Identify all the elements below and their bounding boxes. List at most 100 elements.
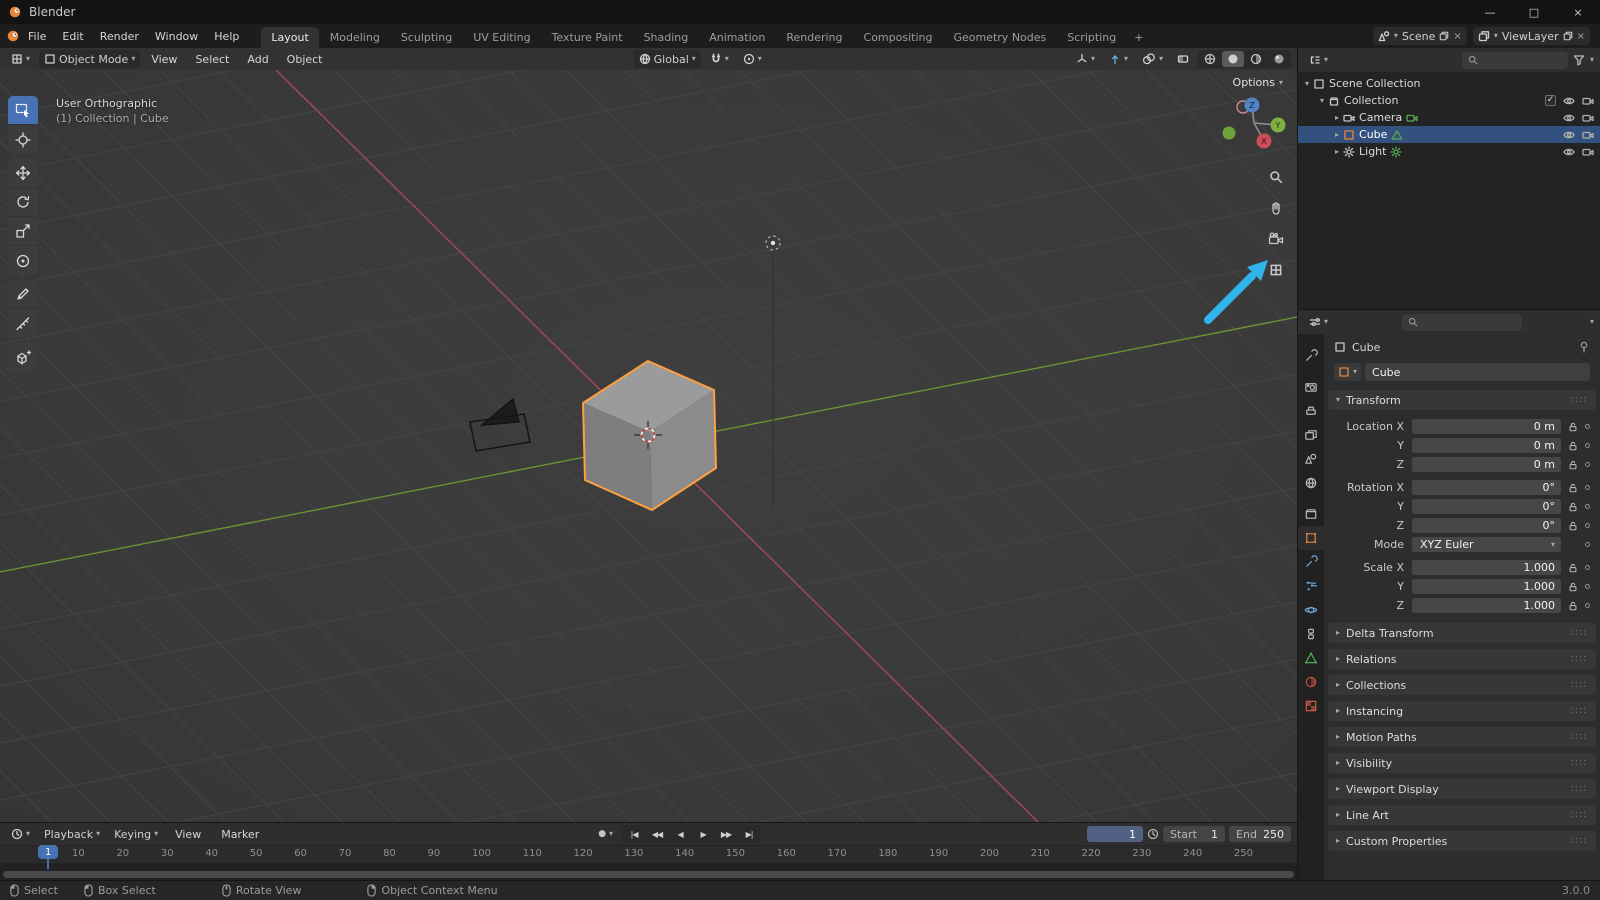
viewport-3d[interactable]: Z Y X User Orthographic (1) Collection |… — [0, 70, 1297, 822]
drag-handle-icon[interactable]: ∷∷ — [1571, 706, 1588, 717]
lock-icon[interactable] — [1565, 441, 1580, 451]
drag-handle-icon[interactable]: ∷∷ — [1571, 680, 1588, 691]
disclosure-triangle-icon[interactable]: ▸ — [1335, 113, 1339, 122]
view-layer-selector[interactable]: ▾ ViewLayer × — [1472, 27, 1590, 45]
play-reverse-button[interactable]: ◀ — [669, 826, 691, 842]
viewport-menu-add[interactable]: Add — [240, 50, 275, 68]
properties-editor-type-button[interactable]: ▾ — [1304, 313, 1333, 331]
properties-tab-particles[interactable] — [1298, 574, 1324, 598]
frame-start-field[interactable]: Start 1 — [1163, 826, 1226, 842]
disclosure-triangle-icon[interactable]: ▸ — [1335, 130, 1339, 139]
play-button[interactable]: ▶ — [692, 826, 714, 842]
filter-funnel-icon[interactable] — [1573, 54, 1585, 66]
animate-dot-icon[interactable] — [1585, 542, 1590, 547]
drag-handle-icon[interactable]: ∷∷ — [1571, 395, 1588, 406]
properties-search-input[interactable] — [1421, 315, 1502, 329]
transform-panel-header[interactable]: ▾ Transform ∷∷ — [1328, 390, 1596, 410]
zoom-button[interactable] — [1265, 166, 1287, 188]
workspace-tab-uv-editing[interactable]: UV Editing — [463, 27, 540, 48]
gizmo-move-dropdown[interactable]: ▾ — [1104, 50, 1133, 68]
hide-eye-icon[interactable] — [1563, 112, 1575, 124]
properties-tab-texture[interactable] — [1298, 694, 1324, 718]
workspace-tab-shading[interactable]: Shading — [634, 27, 699, 48]
animate-dot-icon[interactable] — [1585, 443, 1590, 448]
timeline-editor-type-button[interactable]: ▾ — [6, 825, 35, 843]
outliner-search-input[interactable] — [1481, 53, 1562, 67]
properties-tab-render[interactable] — [1298, 375, 1324, 399]
drag-handle-icon[interactable]: ∷∷ — [1571, 810, 1588, 821]
menu-help[interactable]: Help — [206, 24, 247, 48]
workspace-tab-texture-paint[interactable]: Texture Paint — [542, 27, 633, 48]
maximize-button[interactable]: □ — [1512, 0, 1556, 24]
hide-eye-icon[interactable] — [1563, 95, 1575, 107]
disclosure-triangle-icon[interactable]: ▾ — [1320, 96, 1324, 105]
drag-handle-icon[interactable]: ∷∷ — [1571, 836, 1588, 847]
scene-selector[interactable]: ▾ Scene × — [1372, 27, 1467, 45]
disclosure-triangle-icon[interactable]: ▾ — [1305, 79, 1309, 88]
cube-object[interactable] — [582, 360, 717, 511]
snap-toggle[interactable]: ▾ — [705, 50, 734, 68]
new-scene-icon[interactable] — [1439, 31, 1449, 41]
render-camera-icon[interactable] — [1582, 129, 1594, 141]
properties-tab-output[interactable] — [1298, 399, 1324, 423]
workspace-tab-layout[interactable]: Layout — [261, 27, 319, 48]
tool-cursor[interactable] — [8, 125, 38, 154]
outliner-editor-type-button[interactable]: ▾ — [1304, 51, 1333, 69]
camera-view-button[interactable] — [1265, 228, 1287, 250]
lock-icon[interactable] — [1565, 502, 1580, 512]
section-motion-paths[interactable]: ▸ Motion Paths ∷∷ — [1328, 727, 1596, 747]
outliner-row-cube[interactable]: ▸ Cube — [1298, 126, 1600, 143]
section-relations[interactable]: ▸ Relations ∷∷ — [1328, 649, 1596, 669]
rotation-y-input[interactable]: 0° — [1412, 499, 1561, 514]
lock-icon[interactable] — [1565, 422, 1580, 432]
menu-render[interactable]: Render — [92, 24, 147, 48]
drag-handle-icon[interactable]: ∷∷ — [1571, 732, 1588, 743]
chevron-down-icon[interactable]: ▾ — [1590, 56, 1594, 64]
drag-handle-icon[interactable]: ∷∷ — [1571, 654, 1588, 665]
tool-scale[interactable] — [8, 217, 38, 246]
light-object[interactable] — [765, 235, 781, 507]
animate-dot-icon[interactable] — [1585, 565, 1590, 570]
tool-rotate[interactable] — [8, 188, 38, 217]
render-camera-icon[interactable] — [1582, 95, 1594, 107]
blender-menu-logo-icon[interactable] — [6, 29, 20, 43]
viewport-menu-view[interactable]: View — [144, 50, 184, 68]
timeline-scrollbar[interactable] — [3, 871, 1294, 878]
properties-tab-material[interactable] — [1298, 670, 1324, 694]
editor-type-button[interactable]: ▾ — [6, 50, 35, 68]
workspace-tab-compositing[interactable]: Compositing — [854, 27, 943, 48]
tool-transform[interactable] — [8, 246, 38, 275]
properties-tab-object[interactable] — [1298, 526, 1324, 550]
timeline-menu-marker[interactable]: Marker — [213, 823, 267, 845]
options-button[interactable]: Options ▾ — [1233, 76, 1283, 89]
menu-window[interactable]: Window — [147, 24, 206, 48]
lock-icon[interactable] — [1565, 563, 1580, 573]
properties-tab-collection[interactable] — [1298, 502, 1324, 526]
timeline-track[interactable] — [0, 863, 1297, 880]
section-collections[interactable]: ▸ Collections ∷∷ — [1328, 675, 1596, 695]
outliner-row-light[interactable]: ▸ Light — [1298, 143, 1600, 160]
prev-keyframe-button[interactable]: ◀◀ — [646, 826, 668, 842]
drag-handle-icon[interactable]: ∷∷ — [1571, 628, 1588, 639]
add-workspace-button[interactable]: + — [1127, 27, 1150, 48]
workspace-tab-animation[interactable]: Animation — [699, 27, 775, 48]
object-id-button[interactable]: ▾ — [1334, 363, 1362, 381]
outliner-search[interactable] — [1461, 51, 1568, 69]
gizmo-minus-y-ball[interactable] — [1222, 126, 1236, 140]
pan-button[interactable] — [1265, 197, 1287, 219]
chevron-down-icon[interactable]: ▾ — [1590, 318, 1594, 326]
hide-eye-icon[interactable] — [1563, 129, 1575, 141]
lock-icon[interactable] — [1565, 521, 1580, 531]
tool-measure[interactable] — [8, 309, 38, 338]
animate-dot-icon[interactable] — [1585, 584, 1590, 589]
section-viewport-display[interactable]: ▸ Viewport Display ∷∷ — [1328, 779, 1596, 799]
frame-end-field[interactable]: End 250 — [1229, 826, 1292, 842]
hide-eye-icon[interactable] — [1563, 146, 1575, 158]
transform-orientation-dropdown[interactable]: Global ▾ — [633, 50, 701, 68]
playhead[interactable]: 1 — [38, 845, 59, 869]
remove-view-layer-icon[interactable]: × — [1577, 31, 1585, 42]
animate-dot-icon[interactable] — [1585, 523, 1590, 528]
properties-tab-view-layer[interactable] — [1298, 423, 1324, 447]
animate-dot-icon[interactable] — [1585, 462, 1590, 467]
toggle-ortho-button[interactable] — [1265, 259, 1287, 281]
